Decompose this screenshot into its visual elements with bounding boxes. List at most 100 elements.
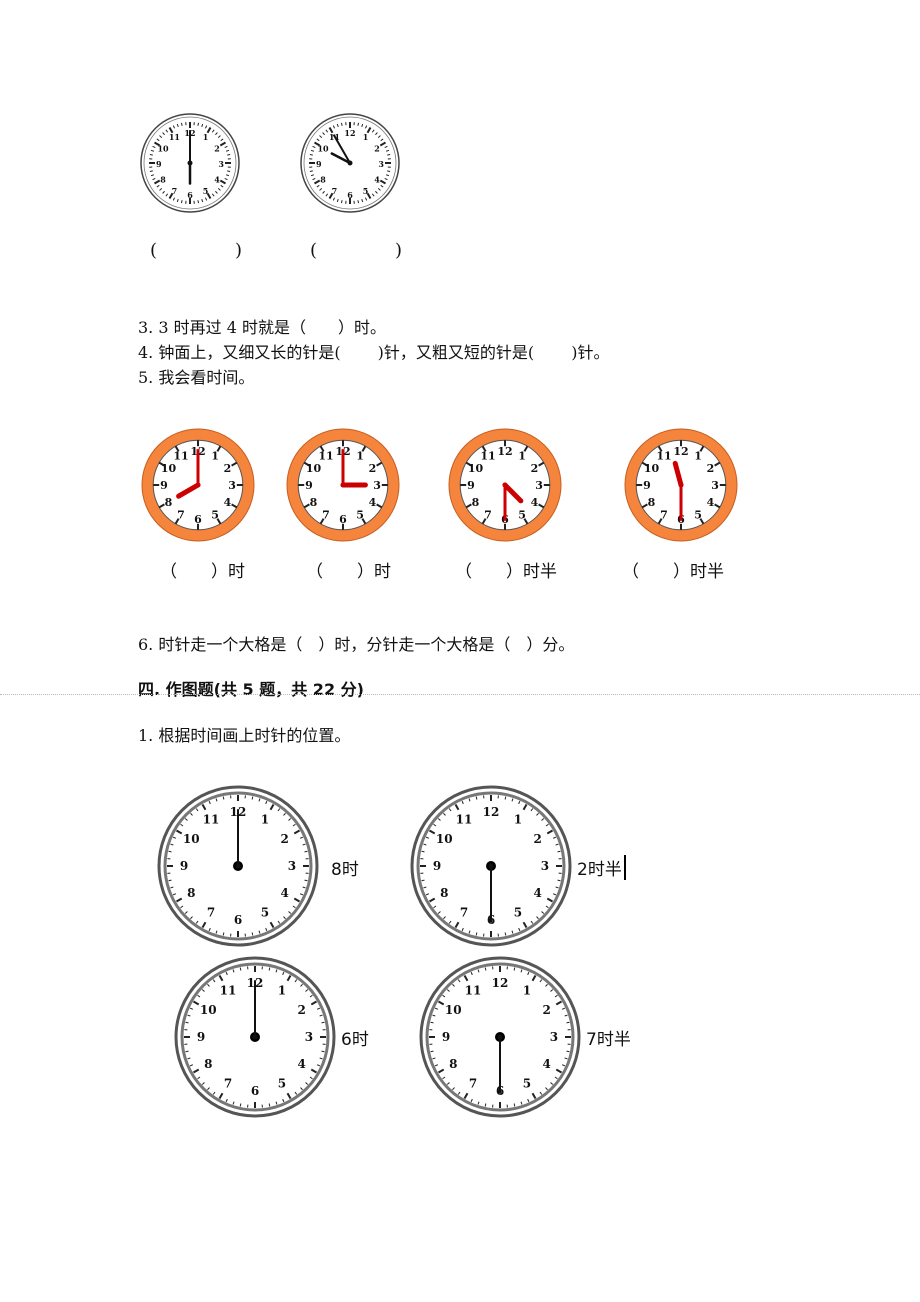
clock-numeral: 10 [200,1003,217,1017]
tick-mark [149,170,153,173]
clock-numeral: 4 [534,886,542,900]
clock-numeral: 9 [305,479,313,492]
answer-orange-1[interactable]: （ ）时 [160,557,245,582]
tick-mark [475,932,478,936]
tick-mark [239,967,242,971]
clock-numeral: 9 [197,1030,205,1044]
clock-numeral: 11 [220,983,237,997]
clock-numeral: 3 [378,159,384,169]
tick-mark [197,200,200,204]
tick-mark [321,1021,325,1024]
draw-label-1: 8时 [331,860,359,880]
question-5: 5. 我会看时间。 [138,368,255,387]
clock-draw-2: 123456789101112 [410,785,572,947]
clock-numeral: 4 [707,496,715,509]
tick-mark [557,879,561,882]
clock-numeral: 1 [518,450,526,463]
clock-numeral: 7 [177,508,185,521]
clock-orange-4: 123456789101112 [624,428,738,542]
tick-mark [227,153,231,156]
answer-blank-top-1[interactable]: ( ) [150,236,248,262]
clock-numeral: 7 [224,1077,232,1091]
clock-numeral: 3 [305,1030,313,1044]
clock-numeral: 8 [160,175,166,185]
clock-numeral: 2 [531,462,539,475]
clock-numeral: 10 [436,832,453,846]
clock-numeral: 5 [363,186,369,196]
clock-numeral: 10 [306,462,322,475]
clock-center [497,1034,503,1040]
tick-mark [251,932,254,936]
tick-mark [513,967,516,971]
clock-draw-1: 123456789101112 [157,785,319,947]
clock-draw-4: 123456789101112 [419,956,581,1118]
divider [0,694,920,695]
tick-mark [566,1050,570,1053]
clock-numeral: 6 [347,190,353,200]
tick-mark [168,879,172,882]
clock-numeral: 7 [484,508,492,521]
clock-numeral: 4 [298,1057,306,1071]
clock-numeral: 11 [203,812,220,826]
clock-numeral: 7 [460,906,468,920]
drawing-question-1: 1. 根据时间画上时针的位置。 [138,726,351,745]
clock-numeral: 5 [203,186,209,196]
clock-numeral: 5 [518,508,526,521]
clock-numeral: 4 [543,1057,551,1071]
answer-orange-3[interactable]: （ ）时半 [455,557,557,582]
tick-mark [309,170,313,173]
clock-numeral: 8 [440,886,448,900]
clock-numeral: 5 [514,906,522,920]
answer-orange-4[interactable]: （ ）时半 [622,557,724,582]
tick-mark [504,932,507,936]
clock-orange-3: 123456789101112 [448,428,562,542]
answer-blank-top-2[interactable]: ( ) [310,236,408,262]
tick-mark [430,1050,434,1053]
clock-numeral: 4 [369,496,377,509]
tick-mark [566,1021,570,1024]
clock-numeral: 12 [344,128,355,138]
tick-mark [340,200,343,204]
tick-mark [430,1021,434,1024]
clock-numeral: 2 [224,462,232,475]
clock-numeral: 2 [707,462,715,475]
tick-mark [321,1050,325,1053]
clock-top-1: 123456789101112 [140,113,240,213]
clock-numeral: 7 [332,186,338,196]
answer-orange-2[interactable]: （ ）时 [306,557,391,582]
clock-numeral: 3 [711,479,719,492]
clock-center [347,160,353,166]
clock-numeral: 12 [492,976,509,990]
tick-mark [227,170,231,173]
clock-numeral: 10 [157,143,169,153]
clock-numeral: 8 [310,496,318,509]
tick-mark [484,1103,487,1107]
clock-numeral: 10 [468,462,484,475]
clock-numeral: 3 [373,479,381,492]
clock-numeral: 11 [169,132,180,142]
tick-mark [168,850,172,853]
clock-numeral: 1 [278,983,286,997]
clock-numeral: 11 [480,450,495,463]
tick-mark [340,122,343,126]
clock-numeral: 6 [339,513,347,526]
draw-label-2: 2时半 [577,855,626,880]
clock-numeral: 4 [214,175,220,185]
clock-numeral: 3 [541,859,549,873]
question-3: 3. 3 时再过 4 时就是（ ）时。 [138,318,386,337]
tick-mark [222,932,225,936]
clock-numeral: 1 [203,132,209,142]
clock-numeral: 2 [214,143,220,153]
clock-numeral: 9 [160,479,168,492]
tick-mark [475,796,478,800]
question-6: 6. 时针走一个大格是（ ）时，分针走一个大格是（ ）分。 [138,635,575,654]
clock-numeral: 1 [211,450,219,463]
clock-orange-1: 123456789101112 [141,428,255,542]
clock-numeral: 2 [281,832,289,846]
clock-numeral: 12 [673,445,688,458]
clock-center [502,482,508,488]
tick-mark [484,967,487,971]
clock-numeral: 1 [356,450,364,463]
tick-mark [557,850,561,853]
clock-numeral: 7 [207,906,215,920]
